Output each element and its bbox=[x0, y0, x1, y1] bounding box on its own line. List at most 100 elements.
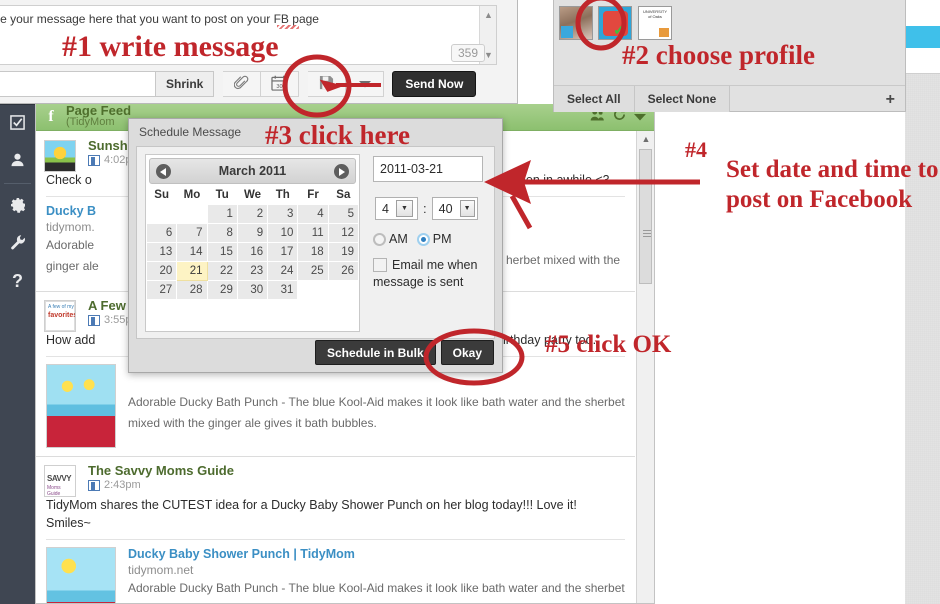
university-page-avatar[interactable]: UNIVERSITY of Oaks bbox=[638, 6, 672, 40]
calendar-day[interactable]: 12 bbox=[327, 223, 360, 243]
calendar-day[interactable]: 6 bbox=[145, 223, 178, 243]
profile-photo-avatar[interactable] bbox=[559, 6, 593, 40]
send-now-button[interactable]: Send Now bbox=[392, 71, 477, 97]
calendar-day[interactable]: 7 bbox=[176, 223, 208, 243]
calendar-day[interactable]: 16 bbox=[236, 242, 269, 262]
calendar-day[interactable]: 24 bbox=[267, 261, 299, 281]
svg-text:30: 30 bbox=[277, 83, 283, 89]
calendar-day[interactable]: 25 bbox=[297, 261, 329, 281]
calendar-day[interactable]: 15 bbox=[206, 242, 238, 262]
send-options-button[interactable] bbox=[346, 71, 385, 97]
attach-button[interactable] bbox=[223, 71, 262, 97]
hour-value: 4 bbox=[382, 201, 389, 216]
calendar-day-selected[interactable]: 21 bbox=[176, 261, 208, 281]
feed-post[interactable]: The Savvy Moms Guide 2:43pm TidyMom shar… bbox=[36, 457, 635, 603]
meridiem-radio-group: AM PM bbox=[373, 232, 452, 246]
calendar-day[interactable]: 8 bbox=[206, 223, 238, 243]
calendar-day[interactable]: 23 bbox=[236, 261, 269, 281]
add-profile-button[interactable]: + bbox=[886, 91, 895, 109]
pm-radio[interactable] bbox=[416, 232, 430, 246]
prev-month-button[interactable] bbox=[156, 164, 171, 179]
weekday: Fr bbox=[307, 189, 319, 201]
am-radio[interactable] bbox=[373, 232, 386, 246]
calendar-day[interactable]: 26 bbox=[327, 261, 360, 281]
post-text-right: ve seen in awhile <3 bbox=[496, 173, 610, 187]
link-thumbnail bbox=[46, 364, 116, 449]
calendar-day[interactable]: 2 bbox=[236, 204, 269, 224]
email-notify-row[interactable]: Email me when message is sent bbox=[373, 257, 508, 291]
calendar-header: March 2011 bbox=[149, 158, 356, 184]
dialog-body: March 2011 Su Mo Tu We Th Fr Sa 1 2 3 4 … bbox=[136, 146, 495, 339]
character-count: 359 bbox=[451, 44, 485, 62]
calendar-day[interactable]: 14 bbox=[176, 242, 208, 262]
scroll-thumb[interactable] bbox=[639, 149, 652, 284]
weekday: Su bbox=[154, 189, 169, 201]
okay-button[interactable]: Okay bbox=[440, 340, 494, 365]
schedule-in-bulk-button[interactable]: Schedule in Bulk bbox=[314, 340, 436, 365]
link-desc-2: mixed with the ginger ale gives it bath … bbox=[128, 415, 377, 430]
post-author[interactable]: The Savvy Moms Guide bbox=[88, 463, 625, 478]
university-logo: UNIVERSITY of Oaks bbox=[642, 9, 667, 20]
select-all-button[interactable]: Select All bbox=[554, 85, 635, 112]
calendar-day[interactable]: 9 bbox=[236, 223, 269, 243]
compose-toolbar: Shrink 30 Send Now bbox=[0, 70, 497, 98]
weekday: Mo bbox=[183, 189, 201, 201]
sidebar-item-person[interactable] bbox=[0, 142, 35, 179]
profile-actions: Select All Select None + bbox=[554, 85, 905, 112]
calendar-day[interactable]: 18 bbox=[297, 242, 329, 262]
email-checkbox[interactable] bbox=[373, 258, 387, 272]
calendar-day[interactable]: 1 bbox=[206, 204, 238, 224]
calendar-day[interactable]: 13 bbox=[145, 242, 178, 262]
calendar-day[interactable]: 27 bbox=[145, 280, 178, 300]
next-month-button[interactable] bbox=[334, 164, 349, 179]
sidebar-item-help[interactable]: ? bbox=[0, 262, 35, 299]
calendar-day[interactable]: 11 bbox=[297, 223, 329, 243]
calendar-day-empty bbox=[327, 280, 360, 300]
scroll-grip bbox=[643, 230, 651, 237]
feed-scrollbar[interactable]: ▲ bbox=[636, 131, 654, 603]
calendar-week: 1 2 3 4 5 bbox=[145, 204, 360, 224]
compose-panel: Write your message here that you want to… bbox=[0, 0, 518, 104]
link-input[interactable] bbox=[0, 71, 156, 97]
calendar-day[interactable]: 4 bbox=[297, 204, 329, 224]
save-draft-button[interactable] bbox=[308, 71, 347, 97]
calendar-day[interactable]: 10 bbox=[267, 223, 299, 243]
post-text-left: Check o bbox=[46, 173, 92, 187]
calendar-day[interactable]: 22 bbox=[206, 261, 238, 281]
chevron-down-icon[interactable]: ▼ bbox=[459, 200, 475, 217]
calendar-day[interactable]: 3 bbox=[267, 204, 299, 224]
link-title[interactable]: Ducky Baby Shower Punch | TidyMom bbox=[128, 547, 625, 561]
schedule-button[interactable]: 30 bbox=[261, 71, 300, 97]
sidebar-item-settings[interactable] bbox=[0, 188, 35, 225]
chevron-down-icon[interactable]: ▼ bbox=[395, 200, 413, 217]
calendar-day[interactable]: 28 bbox=[176, 280, 208, 300]
calendar-day[interactable]: 5 bbox=[327, 204, 360, 224]
calendar-day[interactable]: 30 bbox=[236, 280, 269, 300]
tidymom-page-avatar[interactable]: ✓ bbox=[598, 6, 632, 40]
scroll-up-icon[interactable]: ▲ bbox=[637, 131, 655, 147]
sidebar-item-tools[interactable] bbox=[0, 225, 35, 262]
facebook-source-icon bbox=[88, 154, 100, 166]
schedule-message-dialog: Schedule Message March 2011 Su Mo Tu We … bbox=[128, 118, 503, 373]
select-none-button[interactable]: Select None bbox=[634, 85, 731, 112]
scroll-up-icon[interactable]: ▲ bbox=[480, 7, 497, 23]
weekday: Tu bbox=[215, 189, 229, 201]
post-text-left: How add bbox=[46, 333, 96, 347]
calendar-day[interactable]: 19 bbox=[327, 242, 360, 262]
calendar-day[interactable]: 29 bbox=[206, 280, 238, 300]
spellcheck-underline bbox=[277, 25, 299, 29]
calendar-day[interactable]: 17 bbox=[267, 242, 299, 262]
help-icon: ? bbox=[12, 270, 23, 291]
post-link-card[interactable]: Ducky Baby Shower Punch | TidyMom tidymo… bbox=[46, 539, 625, 603]
calendar-day[interactable]: 31 bbox=[267, 280, 299, 300]
post-text-right: birthday party too. bbox=[496, 333, 597, 347]
shrink-button[interactable]: Shrink bbox=[156, 71, 215, 97]
link-desc-right: herbet mixed with the bbox=[506, 253, 621, 268]
minute-select[interactable]: 40 ▼ bbox=[431, 197, 478, 220]
message-textarea[interactable]: Write your message here that you want to… bbox=[0, 5, 497, 65]
sidebar-item-checkbox[interactable] bbox=[0, 105, 35, 142]
hour-select[interactable]: 4 ▼ bbox=[375, 197, 418, 220]
date-input[interactable]: 2011-03-21 bbox=[373, 156, 483, 182]
calendar-day[interactable]: 20 bbox=[145, 261, 178, 281]
link-desc-2: mixed with the ginger ale gives it bath … bbox=[128, 601, 625, 603]
